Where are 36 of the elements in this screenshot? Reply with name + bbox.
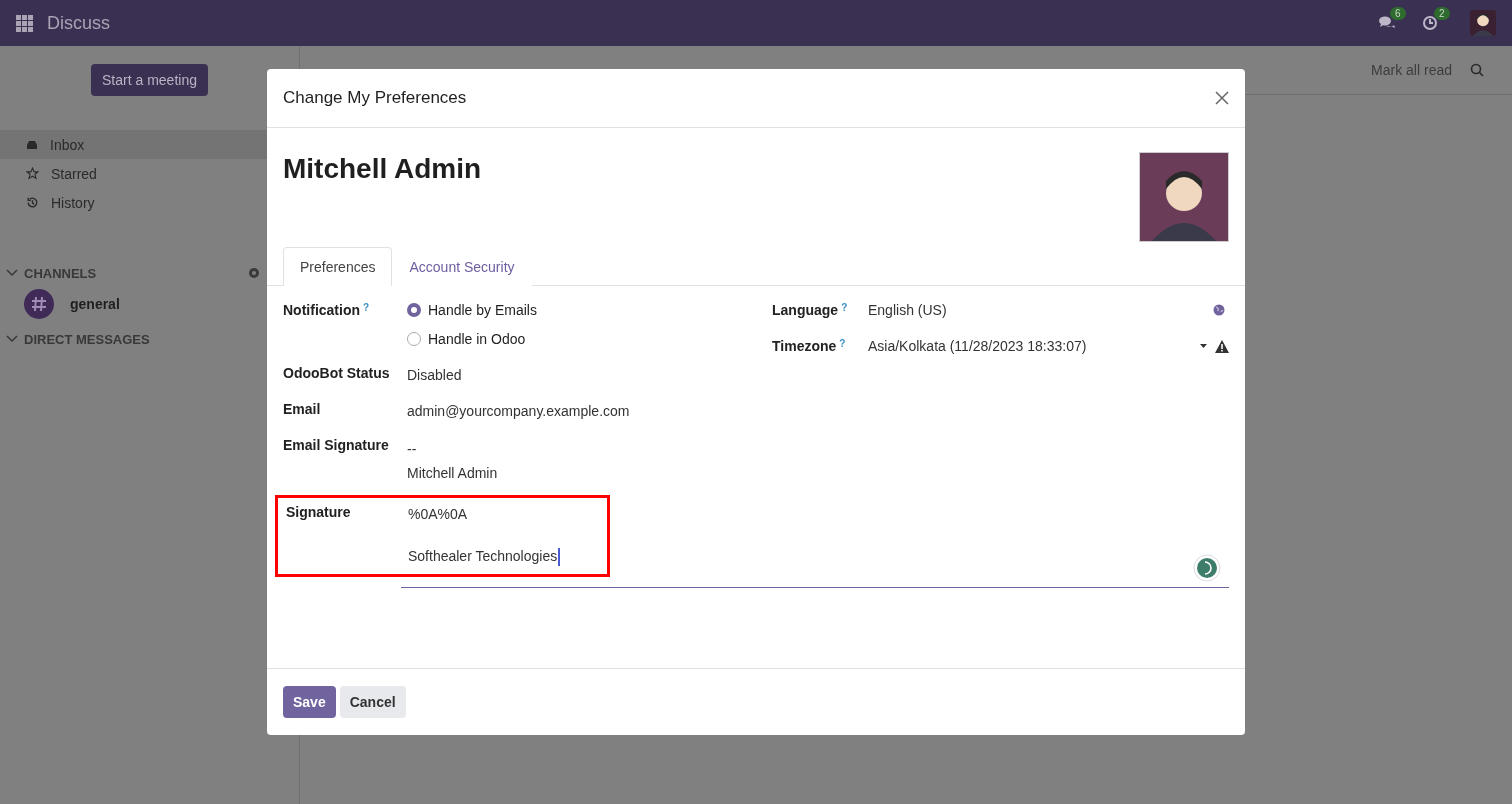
help-tooltip[interactable]: ? xyxy=(363,302,370,313)
field-label: Email Signature xyxy=(283,437,389,453)
dialog-title: Change My Preferences xyxy=(283,88,467,108)
field-label: OdooBot Status xyxy=(283,365,390,381)
tab[interactable]: Preferences xyxy=(283,247,393,286)
sidebar-item[interactable]: History xyxy=(0,188,267,217)
signature-line: Mitchell Admin xyxy=(407,465,499,481)
field-value: Disabled xyxy=(407,366,463,383)
mark-all-read-link[interactable]: Mark all read xyxy=(1371,62,1452,78)
select-value[interactable]: English (US) xyxy=(868,302,1205,318)
app-title: Discuss xyxy=(47,12,111,34)
help-tooltip[interactable]: ? xyxy=(839,338,846,349)
radio-label: Handle in Odoo xyxy=(428,331,526,347)
sidebar-item[interactable]: Starred xyxy=(0,159,267,188)
radio-label: Handle by Emails xyxy=(428,302,537,318)
field-label: Timezone xyxy=(772,338,837,354)
section-title: DIRECT MESSAGES xyxy=(24,331,151,347)
signature-line[interactable]: Softhealer Technologies xyxy=(408,548,599,567)
field-label: Signature xyxy=(286,504,352,522)
help-tooltip[interactable]: ? xyxy=(841,302,848,313)
field-value: admin@yourcompany.example.com xyxy=(407,402,631,419)
sidebar-item[interactable]: Inbox xyxy=(0,130,267,159)
start-meeting-button[interactable]: Start a meeting xyxy=(91,64,208,96)
save-button[interactable]: Save xyxy=(283,686,336,718)
field-label: Notification xyxy=(283,302,360,318)
counter-badge: 6 xyxy=(1390,7,1406,20)
select-value[interactable]: Asia/Kolkata (11/28/2023 18:33:07) xyxy=(868,338,1192,354)
counter-badge: 2 xyxy=(1434,7,1450,20)
field-label: Language xyxy=(772,302,839,318)
user-name: Mitchell Admin xyxy=(283,153,482,185)
signature-line[interactable]: %0A%0A xyxy=(408,506,599,522)
signature-line: -- xyxy=(407,441,418,457)
channel-name[interactable]: general xyxy=(70,296,120,312)
field-label: Email xyxy=(283,401,321,417)
cancel-button[interactable]: Cancel xyxy=(339,686,406,718)
section-title: CHANNELS xyxy=(24,265,98,281)
